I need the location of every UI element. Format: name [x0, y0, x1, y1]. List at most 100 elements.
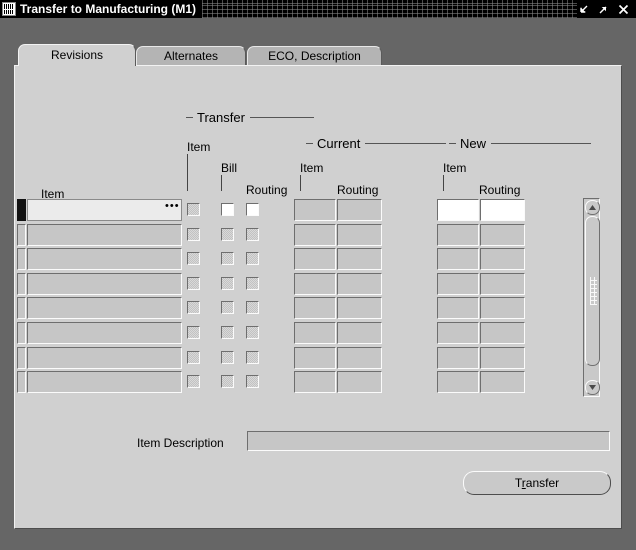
new-routing-field[interactable]	[480, 199, 525, 221]
transfer-bill-checkbox	[221, 301, 234, 314]
new-routing-field	[480, 371, 525, 393]
current-item-field	[294, 347, 336, 369]
tab-bar: Revisions Alternates ECO, Description	[14, 44, 622, 66]
transfer-item-checkbox	[187, 277, 200, 290]
new-routing-field	[480, 297, 525, 319]
current-routing-field	[337, 322, 382, 344]
record-indicator[interactable]	[17, 371, 26, 393]
current-routing-field	[337, 297, 382, 319]
window-controls	[577, 3, 636, 16]
group-rule-left	[449, 142, 456, 144]
current-item-field	[294, 273, 336, 295]
tab-alternates[interactable]: Alternates	[136, 46, 246, 66]
new-item-field	[437, 273, 479, 295]
caption-new-routing: Routing	[479, 183, 521, 197]
transfer-bill-checkbox	[221, 326, 234, 339]
transfer-bill-checkbox	[221, 228, 234, 241]
scrollbar-thumb[interactable]	[585, 216, 600, 366]
new-item-field	[437, 297, 479, 319]
current-item-field	[294, 297, 336, 319]
current-routing-field	[337, 224, 382, 246]
maximize-icon[interactable]	[597, 3, 610, 16]
window-title: Transfer to Manufacturing (M1)	[20, 2, 197, 16]
transfer-bill-checkbox	[221, 351, 234, 364]
tab-eco-description[interactable]: ECO, Description	[247, 46, 382, 66]
title-bar: Transfer to Manufacturing (M1)	[0, 0, 636, 18]
item-field[interactable]	[27, 371, 182, 393]
transfer-routing-checkbox	[246, 326, 259, 339]
group-rule-right	[365, 142, 446, 144]
transfer-routing-checkbox	[246, 228, 259, 241]
record-indicator[interactable]	[17, 248, 26, 270]
forms-app-icon	[2, 2, 16, 16]
item-description-label: Item Description	[137, 436, 224, 450]
record-indicator[interactable]	[17, 224, 26, 246]
current-item-field	[294, 371, 336, 393]
transfer-button-label: Transfer	[514, 476, 560, 490]
transfer-bill-checkbox	[221, 277, 234, 290]
current-item-field	[294, 224, 336, 246]
record-indicator[interactable]	[17, 273, 26, 295]
new-group-header: New	[449, 135, 591, 151]
record-indicator[interactable]	[17, 297, 26, 319]
new-item-field[interactable]	[437, 199, 479, 221]
transfer-item-checkbox	[187, 228, 200, 241]
group-rule-right	[249, 116, 314, 118]
item-description-field[interactable]	[247, 431, 610, 451]
current-item-field	[294, 199, 336, 221]
new-item-field	[437, 347, 479, 369]
transfer-item-checkbox	[187, 301, 200, 314]
transfer-item-checkbox	[187, 351, 200, 364]
item-field[interactable]	[27, 224, 182, 246]
new-routing-field	[480, 224, 525, 246]
transfer-routing-checkbox	[246, 375, 259, 388]
transfer-routing-checkbox	[246, 351, 259, 364]
transfer-routing-checkbox[interactable]	[246, 203, 259, 216]
item-field[interactable]	[27, 273, 182, 295]
new-routing-field	[480, 322, 525, 344]
new-item-field	[437, 322, 479, 344]
grid-scrollbar[interactable]	[583, 198, 600, 397]
application-window: Transfer to Manufacturing (M1) Revisions…	[0, 0, 636, 550]
group-rule-left	[306, 142, 313, 144]
transfer-routing-checkbox	[246, 301, 259, 314]
caption-current-routing: Routing	[337, 183, 379, 197]
transfer-bill-checkbox[interactable]	[221, 203, 234, 216]
current-group-label: Current	[317, 135, 361, 151]
new-routing-field	[480, 347, 525, 369]
transfer-routing-checkbox	[246, 277, 259, 290]
caption-current-item: Item	[300, 161, 324, 175]
item-field[interactable]	[27, 322, 182, 344]
close-icon[interactable]	[617, 3, 630, 16]
record-indicator[interactable]	[17, 322, 26, 344]
record-indicator[interactable]	[17, 199, 26, 221]
list-of-values-icon[interactable]: •••	[165, 201, 179, 216]
new-item-field	[437, 224, 479, 246]
tick-transfer-item	[187, 154, 188, 191]
current-routing-field	[337, 199, 382, 221]
minimize-icon[interactable]	[577, 3, 590, 16]
item-field[interactable]: •••	[27, 199, 182, 221]
tick-current-item	[300, 175, 301, 191]
scroll-down-icon[interactable]	[585, 380, 600, 395]
transfer-bill-checkbox	[221, 375, 234, 388]
new-routing-field	[480, 248, 525, 270]
caption-transfer-item: Item	[187, 140, 211, 154]
tick-transfer-bill	[221, 175, 222, 191]
transfer-bill-checkbox	[221, 252, 234, 265]
tab-revisions[interactable]: Revisions	[18, 44, 136, 66]
new-item-field	[437, 371, 479, 393]
current-routing-field	[337, 347, 382, 369]
record-indicator[interactable]	[17, 347, 26, 369]
current-routing-field	[337, 248, 382, 270]
new-item-field	[437, 248, 479, 270]
scroll-up-icon[interactable]	[585, 200, 600, 215]
new-group-label: New	[460, 135, 487, 151]
caption-transfer-routing: Routing	[246, 183, 288, 197]
item-field[interactable]	[27, 248, 182, 270]
new-routing-field	[480, 273, 525, 295]
transfer-button[interactable]: Transfer	[463, 471, 611, 495]
tick-new-item	[443, 175, 444, 191]
item-field[interactable]	[27, 297, 182, 319]
item-field[interactable]	[27, 347, 182, 369]
